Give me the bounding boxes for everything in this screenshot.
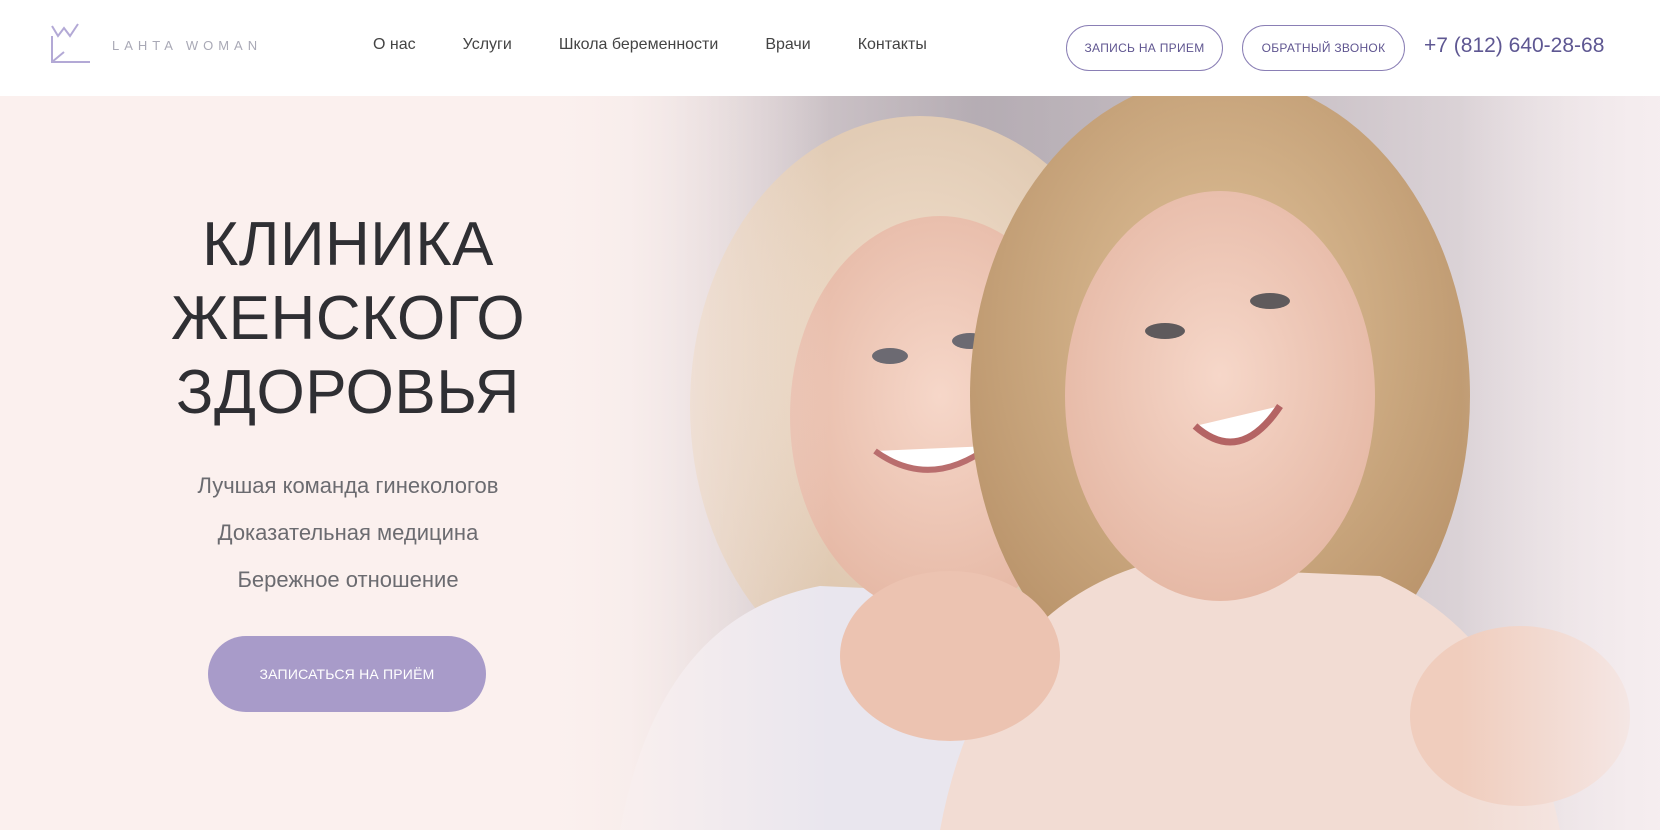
- feature-item: Бережное отношение: [237, 567, 459, 592]
- nav-item-contacts[interactable]: Контакты: [858, 36, 927, 58]
- nav-item-pregnancy-school[interactable]: Школа беременности: [559, 36, 718, 58]
- nav-item-about[interactable]: О нас: [373, 36, 416, 58]
- logo-text: LAHTA WOMAN: [112, 38, 263, 53]
- hero-title-line: ЖЕНСКОГО: [170, 284, 526, 353]
- appointment-button[interactable]: ЗАПИСЬ НА ПРИЕМ: [1066, 25, 1223, 71]
- logo-icon: [51, 23, 90, 63]
- nav-item-services[interactable]: Услуги: [463, 36, 512, 58]
- hero-title-line: ЗДОРОВЬЯ: [176, 358, 520, 427]
- callback-button[interactable]: ОБРАТНЫЙ ЗВОНОК: [1242, 25, 1405, 71]
- hero-features-list: Лучшая команда гинекологов Доказательная…: [130, 462, 566, 603]
- phone-link[interactable]: +7 (812) 640-28-68: [1424, 34, 1604, 58]
- hero-section: КЛИНИКА ЖЕНСКОГО ЗДОРОВЬЯ Лучшая команда…: [0, 96, 1660, 830]
- feature-item: Доказательная медицина: [217, 520, 479, 545]
- main-nav: О нас Услуги Школа беременности Врачи Ко…: [373, 36, 974, 58]
- hero-title-line: КЛИНИКА: [202, 210, 494, 279]
- book-appointment-button[interactable]: ЗАПИСАТЬСЯ НА ПРИЁМ: [208, 636, 486, 712]
- hero-title: КЛИНИКА ЖЕНСКОГО ЗДОРОВЬЯ: [130, 208, 566, 430]
- logo-link[interactable]: LAHTA WOMAN: [50, 22, 280, 72]
- site-header: LAHTA WOMAN О нас Услуги Школа беременно…: [0, 0, 1660, 96]
- feature-item: Лучшая команда гинекологов: [197, 473, 499, 498]
- nav-item-doctors[interactable]: Врачи: [765, 36, 810, 58]
